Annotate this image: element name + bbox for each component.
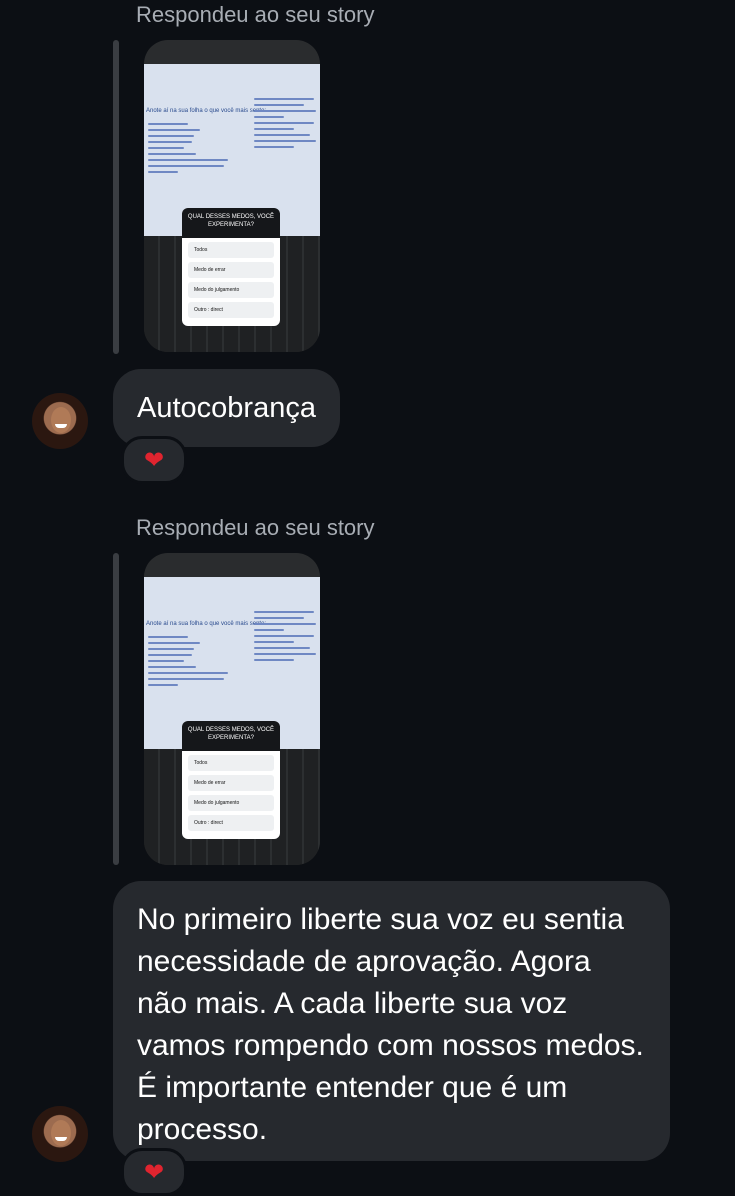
poll-sticker: QUAL DESSES MEDOS, VOCÊ EXPERIMENTA? Tod… [182,721,280,839]
story-heading: Anote aí na sua folha o que você mais se… [146,108,267,114]
poll-option: Todos [188,755,274,771]
quote-bar [113,40,119,354]
reply-label: Respondeu ao seu story [136,2,375,27]
poll-option: Todos [188,242,274,258]
laptop-frame [144,553,320,577]
laptop-frame [144,40,320,64]
poll-option: Medo de errar [188,775,274,791]
story-heading: Anote aí na sua folha o que você mais se… [146,621,267,627]
poll-option: Outro : direct [188,815,274,831]
quote-bar [113,553,119,865]
user-avatar[interactable] [32,1106,88,1162]
reply-label: Respondeu ao seu story [136,515,375,540]
poll-question: QUAL DESSES MEDOS, VOCÊ EXPERIMENTA? [182,208,280,238]
story-lines-right [254,94,318,152]
message-bubble[interactable]: No primeiro liberte sua voz eu sentia ne… [113,881,670,1161]
story-lines-right [254,607,318,665]
poll-option: Medo de errar [188,262,274,278]
poll-sticker: QUAL DESSES MEDOS, VOCÊ EXPERIMENTA? Tod… [182,208,280,326]
poll-question: QUAL DESSES MEDOS, VOCÊ EXPERIMENTA? [182,721,280,751]
poll-option: Outro : direct [188,302,274,318]
heart-icon[interactable]: ❤ [121,436,187,484]
story-thumbnail[interactable]: Anote aí na sua folha o que você mais se… [144,40,320,352]
story-lines [148,119,234,177]
poll-option: Medo do julgamento [188,282,274,298]
poll-option: Medo do julgamento [188,795,274,811]
user-avatar[interactable] [32,393,88,449]
story-thumbnail[interactable]: Anote aí na sua folha o que você mais se… [144,553,320,865]
story-lines [148,632,234,690]
